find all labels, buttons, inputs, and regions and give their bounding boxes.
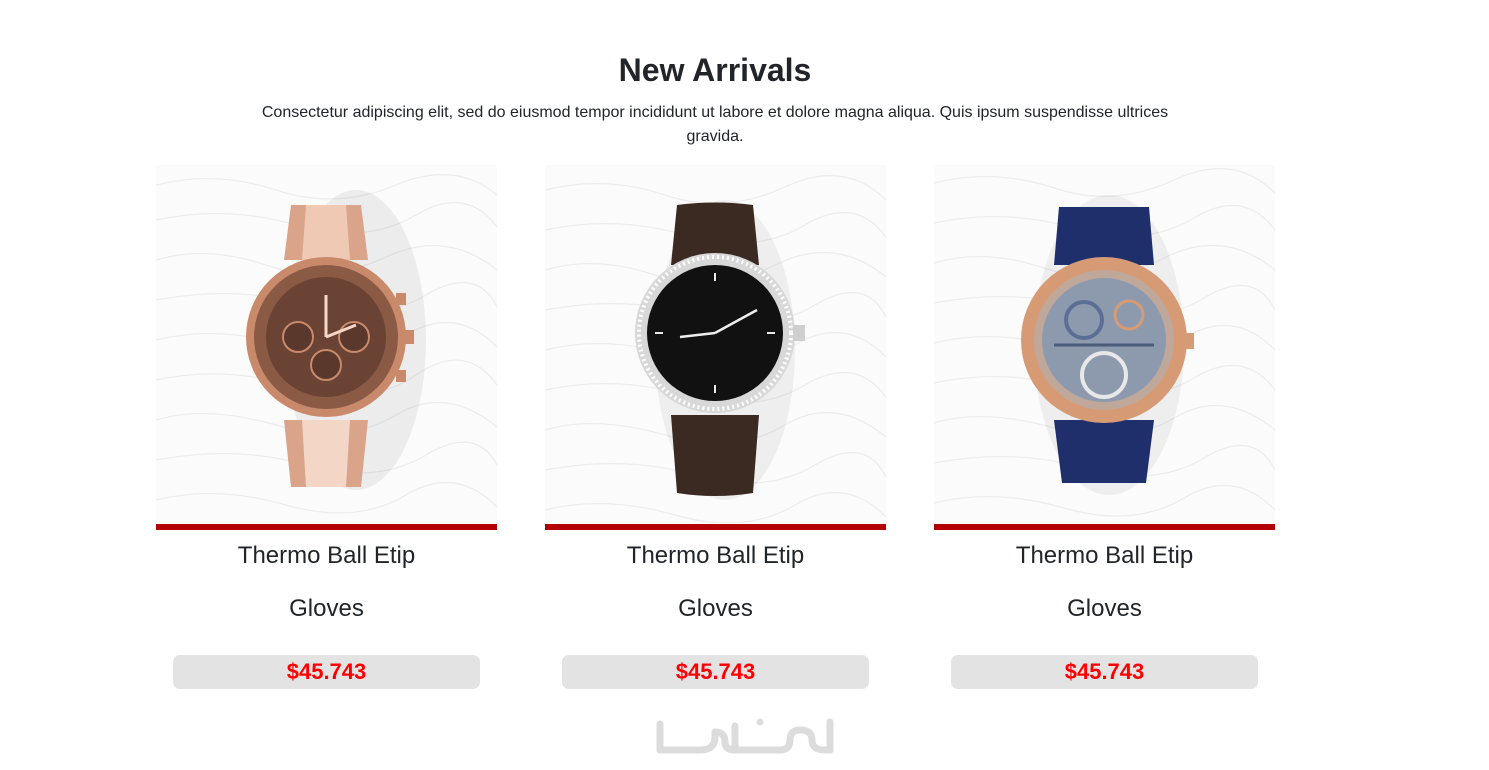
skeleton-watch-icon xyxy=(1021,195,1194,495)
card-accent-bar xyxy=(156,524,497,530)
product-name[interactable]: Thermo Ball Etip xyxy=(545,541,886,571)
product-image-rose-gold-watch[interactable] xyxy=(156,165,497,523)
price-button[interactable]: $45.743 xyxy=(173,655,480,689)
black-dial-watch-icon xyxy=(635,200,805,500)
section-title: New Arrivals xyxy=(618,52,812,88)
price-button[interactable]: $45.743 xyxy=(951,655,1258,689)
rose-gold-watch-icon xyxy=(246,190,426,490)
product-card[interactable]: Thermo Ball Etip Gloves $45.743 xyxy=(545,165,886,689)
section-description: Consectetur adipiscing elit, sed do eius… xyxy=(261,104,1169,145)
product-name[interactable]: Thermo Ball Etip xyxy=(934,541,1275,571)
product-name[interactable]: Thermo Ball Etip xyxy=(156,541,497,571)
product-card[interactable]: Thermo Ball Etip Gloves $45.743 xyxy=(934,165,1275,689)
product-card[interactable]: Thermo Ball Etip Gloves $45.743 xyxy=(156,165,497,689)
product-subtitle: Gloves xyxy=(1067,595,1142,622)
price-button[interactable]: $45.743 xyxy=(562,655,869,689)
product-subtitle: Gloves xyxy=(289,595,364,622)
card-accent-bar xyxy=(934,524,1275,530)
card-accent-bar xyxy=(545,524,886,530)
product-image-black-dial-watch[interactable] xyxy=(545,165,886,523)
khamsat-watermark-logo xyxy=(656,718,834,754)
product-image-skeleton-watch[interactable] xyxy=(934,165,1275,523)
product-subtitle: Gloves xyxy=(678,595,753,622)
